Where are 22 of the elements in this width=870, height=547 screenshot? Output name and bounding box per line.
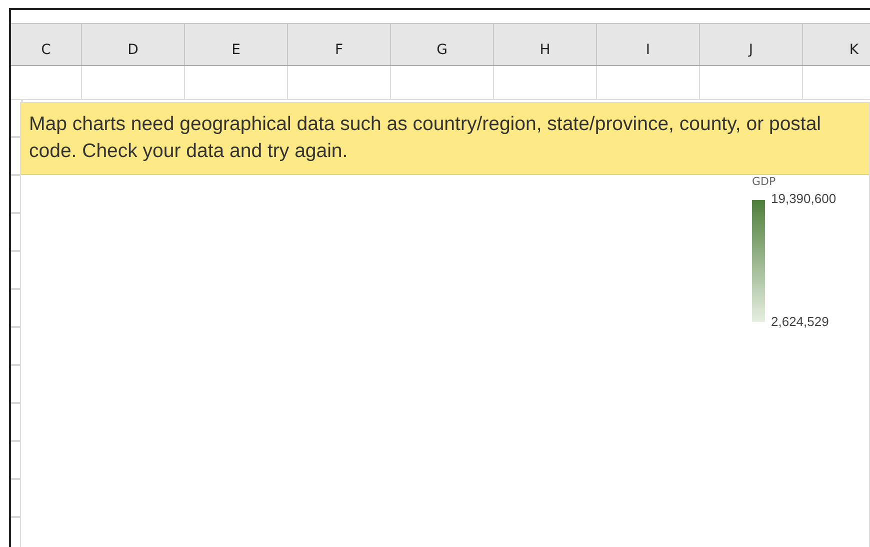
sheet-cell[interactable] [391,66,494,100]
column-header[interactable]: D [82,24,185,65]
sheet-cell[interactable] [11,66,82,100]
sheet-cell[interactable] [494,66,597,100]
legend-min-label: 2,624,529 [771,314,830,329]
column-header[interactable]: J [700,24,803,65]
sheet-cell[interactable] [82,66,185,100]
column-header[interactable]: E [185,24,288,65]
column-header[interactable]: F [288,24,391,65]
legend-title: GDP [752,175,777,188]
column-header[interactable]: H [494,24,597,65]
warning-banner: Map charts need geographical data such as country/region, state/province, county, or postal code. Check your data and try again. [21,103,869,175]
legend-max-label: 19,390,600 [771,191,836,206]
column-header[interactable]: G [391,24,494,65]
chart-area[interactable]: Map charts need geographical data such as country/region, state/province, county, or postal code. Check your data and try again. GDP 19,390,600 2,624,529 [20,102,870,547]
column-header[interactable]: I [597,24,700,65]
column-header[interactable]: C [11,24,82,65]
sheet-cell[interactable] [597,66,700,100]
sheet-cell[interactable] [288,66,391,100]
sheet-cell[interactable] [700,66,803,100]
column-header[interactable]: K [803,24,870,65]
sheet-cell[interactable] [185,66,288,100]
